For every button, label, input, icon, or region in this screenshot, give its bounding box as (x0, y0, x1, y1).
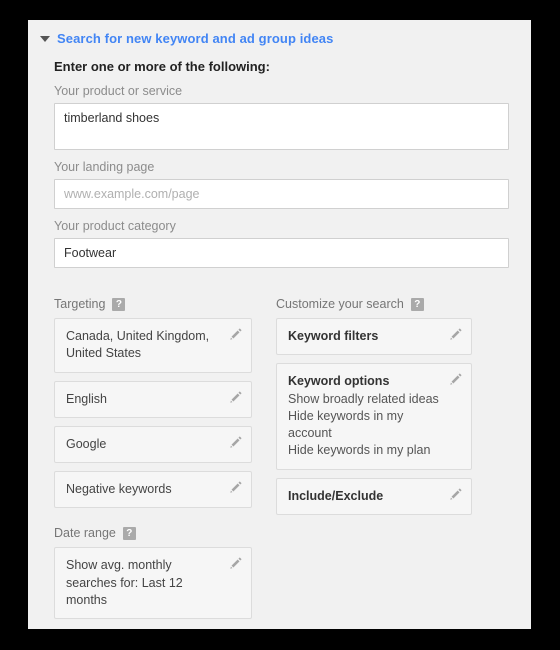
help-icon[interactable]: ? (410, 297, 424, 311)
customize-heading-label: Customize your search (276, 297, 404, 311)
customize-card-keyword-filters[interactable]: Keyword filters (276, 318, 472, 356)
field-label: Your product or service (54, 84, 183, 98)
card-text: Show avg. monthly searches for: Last 12 … (66, 558, 183, 607)
edit-pencil-icon[interactable] (449, 487, 463, 501)
targeting-card-network[interactable]: Google (54, 425, 252, 463)
targeting-heading-label: Targeting (54, 297, 106, 311)
targeting-card-locations[interactable]: Canada, United Kingdom, United States (54, 318, 252, 373)
customize-heading: Customize your search ? (276, 297, 472, 311)
date-range-heading: Date range ? (54, 526, 252, 540)
product-or-service-input[interactable] (54, 103, 509, 150)
date-range-heading-label: Date range (54, 526, 116, 541)
edit-pencil-icon[interactable] (229, 480, 243, 494)
card-line: Hide keywords in my plan (288, 443, 431, 458)
field-label: Your landing page (54, 160, 155, 174)
edit-pencil-icon[interactable] (229, 390, 243, 404)
field-product-or-service: Your product or service (54, 84, 531, 150)
targeting-card-languages[interactable]: English (54, 380, 252, 418)
edit-pencil-icon[interactable] (229, 435, 243, 449)
customize-column: Customize your search ? Keyword filters … (276, 297, 472, 627)
field-landing-page: Your landing page (54, 160, 531, 209)
product-category-input[interactable] (54, 238, 509, 268)
targeting-card-negative-keywords[interactable]: Negative keywords (54, 471, 252, 509)
customize-card-include-exclude[interactable]: Include/Exclude (276, 477, 472, 515)
edit-pencil-icon[interactable] (449, 327, 463, 341)
edit-pencil-icon[interactable] (449, 372, 463, 386)
edit-pencil-icon[interactable] (229, 556, 243, 570)
card-text: Canada, United Kingdom, United States (66, 329, 210, 361)
help-icon[interactable]: ? (112, 297, 126, 311)
options-columns: Targeting ? Canada, United Kingdom, Unit… (54, 297, 531, 627)
customize-card-keyword-options[interactable]: Keyword options Show broadly related ide… (276, 363, 472, 470)
card-title: Include/Exclude (288, 488, 384, 503)
targeting-heading: Targeting ? (54, 297, 252, 311)
card-text: English (66, 391, 107, 406)
keyword-planner-panel: Search for new keyword and ad group idea… (28, 20, 531, 629)
card-text: Google (66, 436, 107, 451)
help-icon[interactable]: ? (122, 526, 136, 540)
card-title: Keyword options (288, 374, 390, 389)
field-product-category: Your product category (54, 219, 531, 268)
section-title-link[interactable]: Search for new keyword and ad group idea… (57, 31, 333, 46)
card-title: Keyword filters (288, 329, 379, 343)
card-line: Show broadly related ideas (288, 391, 439, 406)
landing-page-input[interactable] (54, 179, 509, 209)
card-text: Negative keywords (66, 482, 172, 496)
field-label: Your product category (54, 219, 176, 233)
card-line: Hide keywords in my account (288, 408, 404, 440)
targeting-column: Targeting ? Canada, United Kingdom, Unit… (54, 297, 252, 627)
edit-pencil-icon[interactable] (229, 327, 243, 341)
enter-heading: Enter one or more of the following: (54, 59, 270, 74)
date-range-card[interactable]: Show avg. monthly searches for: Last 12 … (54, 547, 252, 619)
section-header[interactable]: Search for new keyword and ad group idea… (40, 31, 531, 46)
triangle-down-icon[interactable] (40, 35, 50, 42)
